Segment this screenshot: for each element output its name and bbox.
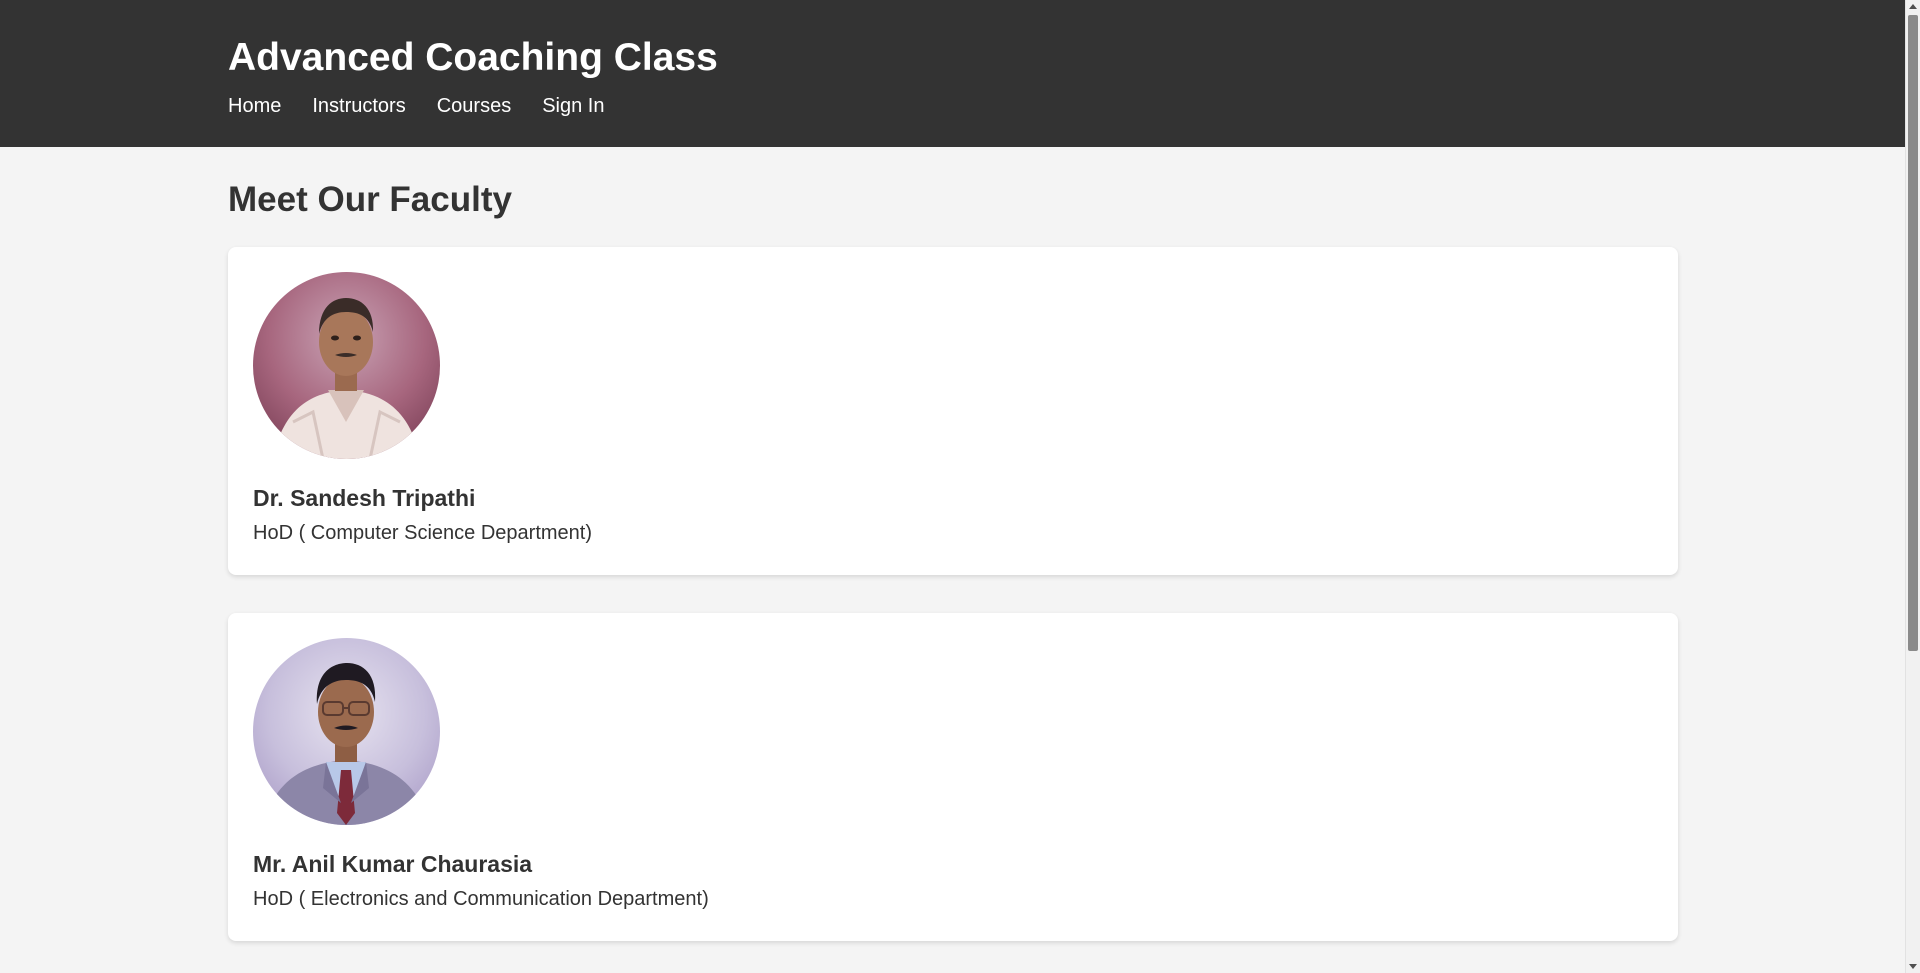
nav-link-home[interactable]: Home — [228, 93, 281, 119]
site-title: Advanced Coaching Class — [228, 36, 718, 79]
scroll-down-arrow-icon[interactable] — [1909, 964, 1917, 969]
faculty-card: Mr. Anil Kumar Chaurasia HoD ( Electroni… — [228, 613, 1678, 941]
faculty-role: HoD ( Computer Science Department) — [253, 522, 593, 544]
portrait-image — [253, 272, 440, 459]
portrait-image — [253, 638, 440, 825]
faculty-name: Mr. Anil Kumar Chaurasia — [253, 851, 533, 877]
scroll-up-arrow-icon[interactable] — [1909, 4, 1917, 9]
faculty-photo — [253, 272, 440, 459]
faculty-name: Dr. Sandesh Tripathi — [253, 485, 476, 511]
faculty-role: HoD ( Electronics and Communication Depa… — [253, 888, 709, 910]
site-header: Advanced Coaching Class Home Instructors… — [0, 0, 1905, 147]
page-title: Meet Our Faculty — [228, 180, 512, 219]
nav-link-instructors[interactable]: Instructors — [312, 93, 405, 119]
nav-link-courses[interactable]: Courses — [437, 93, 511, 119]
faculty-photo — [253, 638, 440, 825]
vertical-scrollbar[interactable] — [1905, 0, 1920, 973]
main-nav: Home Instructors Courses Sign In — [228, 93, 604, 119]
scrollbar-thumb[interactable] — [1908, 15, 1918, 651]
faculty-card: Dr. Sandesh Tripathi HoD ( Computer Scie… — [228, 247, 1678, 575]
nav-link-sign-in[interactable]: Sign In — [542, 93, 604, 119]
